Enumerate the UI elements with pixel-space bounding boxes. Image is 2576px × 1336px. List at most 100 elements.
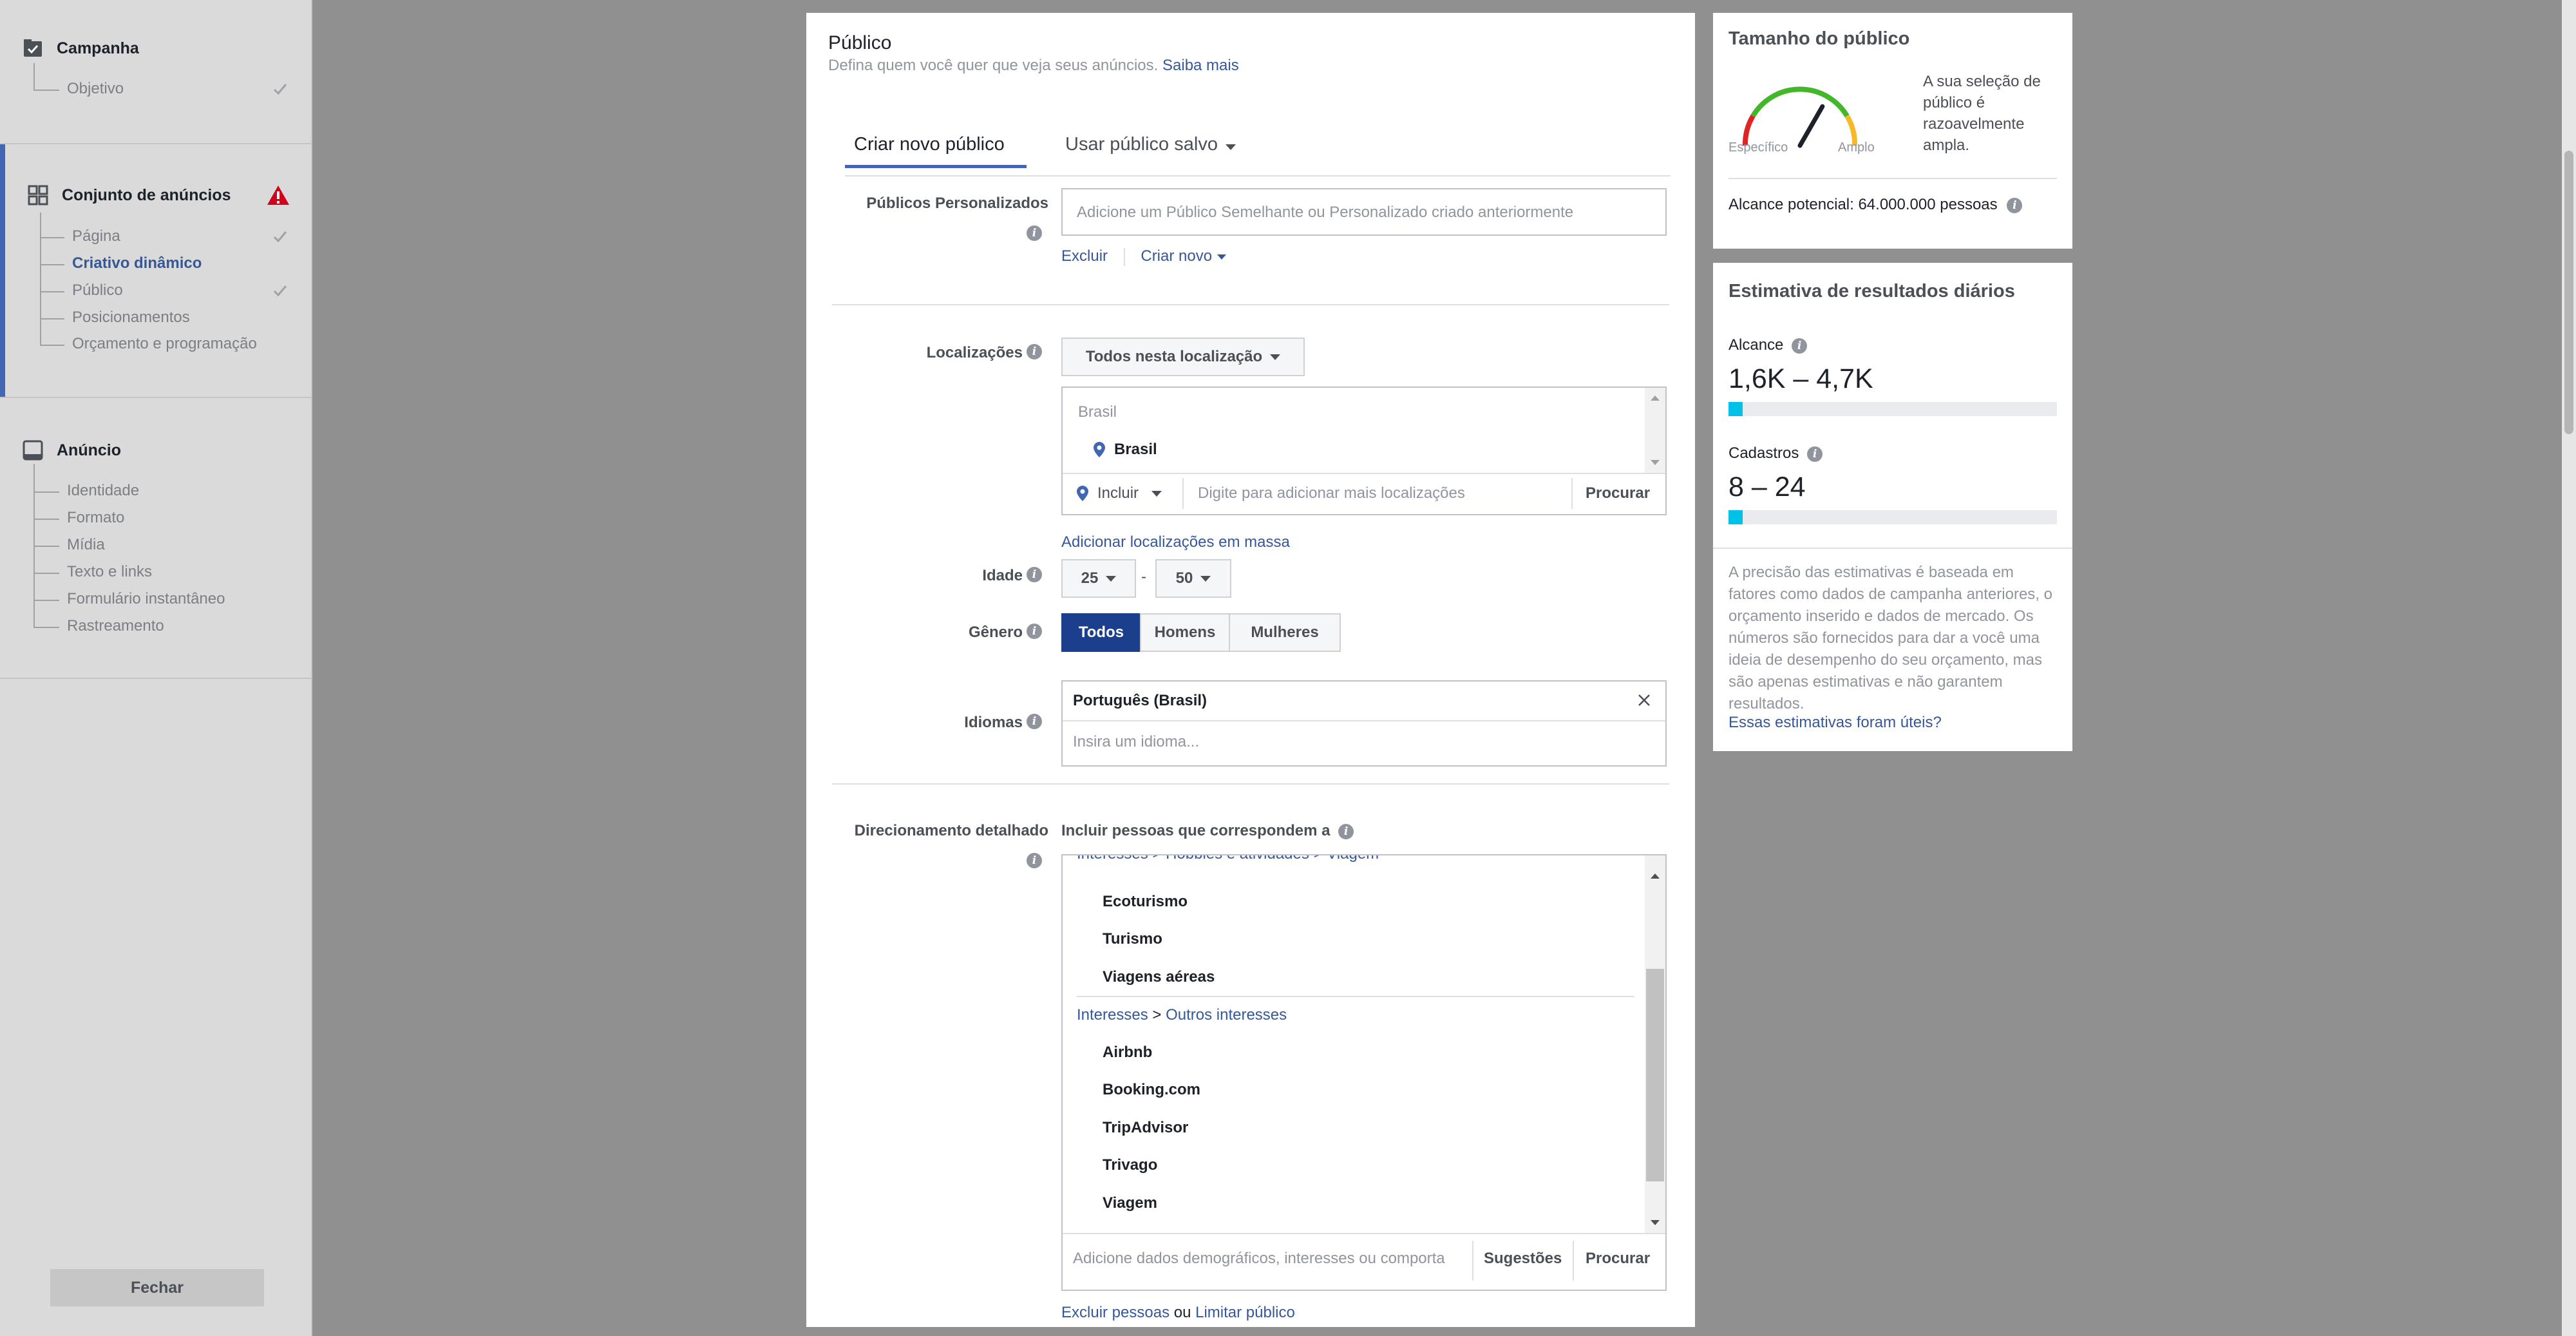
page-scrollbar[interactable] (2562, 0, 2576, 1336)
reach-label: Alcance (1728, 336, 1784, 354)
info-icon[interactable]: i (1027, 624, 1042, 639)
sidebar-item-objetivo[interactable]: Objetivo (67, 80, 124, 98)
separator (1472, 1241, 1473, 1281)
age-min-value: 25 (1081, 569, 1099, 587)
card-divider (1713, 548, 2072, 549)
sidebar-adset-header[interactable]: Conjunto de anúncios (27, 184, 231, 206)
info-icon[interactable]: i (1027, 344, 1042, 359)
location-type-dropdown[interactable]: Todos nesta localização (1061, 338, 1305, 376)
exclude-people-link[interactable]: Excluir pessoas (1061, 1304, 1170, 1321)
include-dropdown[interactable]: Incluir (1077, 484, 1162, 502)
sidebar-adset-label: Conjunto de anúncios (62, 186, 231, 204)
section-divider (832, 304, 1669, 305)
reach-label-row: Alcance i (1728, 336, 1808, 354)
create-new-link[interactable]: Criar novo (1141, 247, 1227, 265)
check-icon (273, 84, 287, 95)
bulk-locations-link[interactable]: Adicionar localizações em massa (1061, 533, 1290, 551)
tree-branch (33, 546, 59, 547)
gauge-specific-label: Específico (1728, 140, 1788, 155)
detailed-search-button[interactable]: Procurar (1586, 1250, 1650, 1268)
narrow-audience-link[interactable]: Limitar público (1195, 1304, 1295, 1321)
page-scrollbar-thumb[interactable] (2564, 151, 2573, 434)
exclude-link[interactable]: Excluir (1061, 247, 1108, 265)
separator (1571, 478, 1573, 509)
sidebar-item-pagina[interactable]: Página (72, 227, 120, 245)
custom-audience-input[interactable]: Adicione um Público Semelhante ou Person… (1061, 188, 1667, 236)
interest-item[interactable]: Viagens aéreas (1103, 968, 1215, 986)
language-input[interactable]: Insira um idioma... (1073, 733, 1199, 751)
scroll-up-icon[interactable] (1651, 396, 1660, 401)
tree-branch (33, 519, 59, 520)
interest-item[interactable]: Ecoturismo (1103, 893, 1188, 911)
sidebar-item-criativo-dinamico[interactable]: Criativo dinâmico (72, 254, 202, 272)
chevron-down-icon (1225, 144, 1236, 150)
gender-men-button[interactable]: Homens (1140, 613, 1230, 652)
sidebar-item-identidade[interactable]: Identidade (67, 482, 139, 500)
suggestions-button[interactable]: Sugestões (1484, 1250, 1562, 1268)
close-button[interactable]: Fechar (50, 1269, 264, 1306)
sidebar-divider (0, 143, 312, 144)
scroll-up-icon[interactable] (1651, 873, 1660, 879)
tree-branch (33, 600, 59, 601)
age-min-dropdown[interactable]: 25 (1061, 559, 1136, 598)
reach-value: 1,6K – 4,7K (1728, 363, 1873, 394)
sidebar-item-publico[interactable]: Público (72, 282, 123, 300)
info-icon[interactable]: i (1027, 225, 1042, 241)
tree-branch (40, 237, 64, 238)
info-icon[interactable]: i (1792, 338, 1808, 354)
languages-divider (1063, 720, 1665, 721)
info-icon[interactable]: i (1027, 853, 1042, 868)
estimates-feedback-link[interactable]: Essas estimativas foram úteis? (1728, 714, 1942, 732)
tab-create-new-audience[interactable]: Criar novo público (854, 134, 1005, 155)
info-icon[interactable]: i (1027, 567, 1042, 582)
info-icon[interactable]: i (1807, 446, 1823, 462)
scrollbar-thumb[interactable] (1646, 969, 1664, 1181)
close-icon[interactable] (1637, 693, 1651, 707)
sidebar-ad-header[interactable]: Anúncio (22, 439, 121, 461)
interest-item[interactable]: Turismo (1103, 930, 1162, 948)
cut-category-path: Interesses > Hobbies e atividades > Viag… (1077, 855, 1379, 863)
sidebar-item-texto-links[interactable]: Texto e links (67, 563, 152, 581)
learn-more-link[interactable]: Saiba mais (1162, 57, 1239, 74)
tree-branch (40, 264, 64, 265)
interest-item[interactable]: Airbnb (1103, 1044, 1152, 1062)
locations-scrollbar[interactable] (1645, 388, 1665, 473)
category-path-other[interactable]: Outros interesses (1166, 1006, 1287, 1024)
sidebar-item-rastreamento[interactable]: Rastreamento (67, 617, 164, 635)
detailed-targeting-input[interactable]: Adicione dados demográficos, interesses … (1073, 1250, 1445, 1268)
scroll-down-icon[interactable] (1651, 1220, 1660, 1225)
info-icon[interactable]: i (1338, 823, 1354, 839)
locations-label: Localizações (926, 344, 1023, 361)
info-icon[interactable]: i (2007, 197, 2023, 213)
gender-all-button[interactable]: Todos (1061, 613, 1141, 652)
detailed-scrollbar[interactable] (1645, 855, 1665, 1233)
tree-branch (40, 345, 64, 346)
sidebar-item-midia[interactable]: Mídia (67, 536, 105, 554)
category-path-interests[interactable]: Interesses (1077, 1006, 1148, 1024)
add-location-input[interactable]: Digite para adicionar mais localizações (1198, 484, 1465, 502)
location-search-button[interactable]: Procurar (1586, 484, 1650, 502)
card-divider (1728, 178, 2057, 179)
interest-item[interactable]: TripAdvisor (1103, 1119, 1188, 1137)
scroll-down-icon[interactable] (1651, 460, 1660, 465)
tab-selected-indicator (845, 165, 1027, 168)
sidebar-item-formulario[interactable]: Formulário instantâneo (67, 590, 225, 608)
chevron-down-icon (1106, 575, 1117, 582)
selected-location[interactable]: Brasil (1094, 441, 1157, 459)
interest-item[interactable]: Viagem (1103, 1194, 1157, 1212)
sidebar-item-formato[interactable]: Formato (67, 509, 124, 527)
sidebar-item-posicionamentos[interactable]: Posicionamentos (72, 309, 190, 327)
interest-item[interactable]: Trivago (1103, 1156, 1157, 1174)
gender-women-button[interactable]: Mulheres (1229, 613, 1341, 652)
sidebar-item-orcamento[interactable]: Orçamento e programação (72, 335, 257, 353)
interest-item[interactable]: Booking.com (1103, 1081, 1200, 1099)
info-icon[interactable]: i (1027, 714, 1042, 729)
warning-icon (267, 186, 289, 205)
page-subtitle: Defina quem você quer que veja seus anún… (828, 57, 1239, 75)
chevron-down-icon (1217, 254, 1227, 260)
exclude-narrow-links: Excluir pessoas ou Limitar público (1061, 1304, 1295, 1322)
tabs-divider (845, 175, 1671, 177)
sidebar-campaign-header[interactable]: Campanha (22, 37, 139, 59)
age-max-dropdown[interactable]: 50 (1155, 559, 1231, 598)
tab-use-saved-audience[interactable]: Usar público salvo (1065, 134, 1236, 155)
